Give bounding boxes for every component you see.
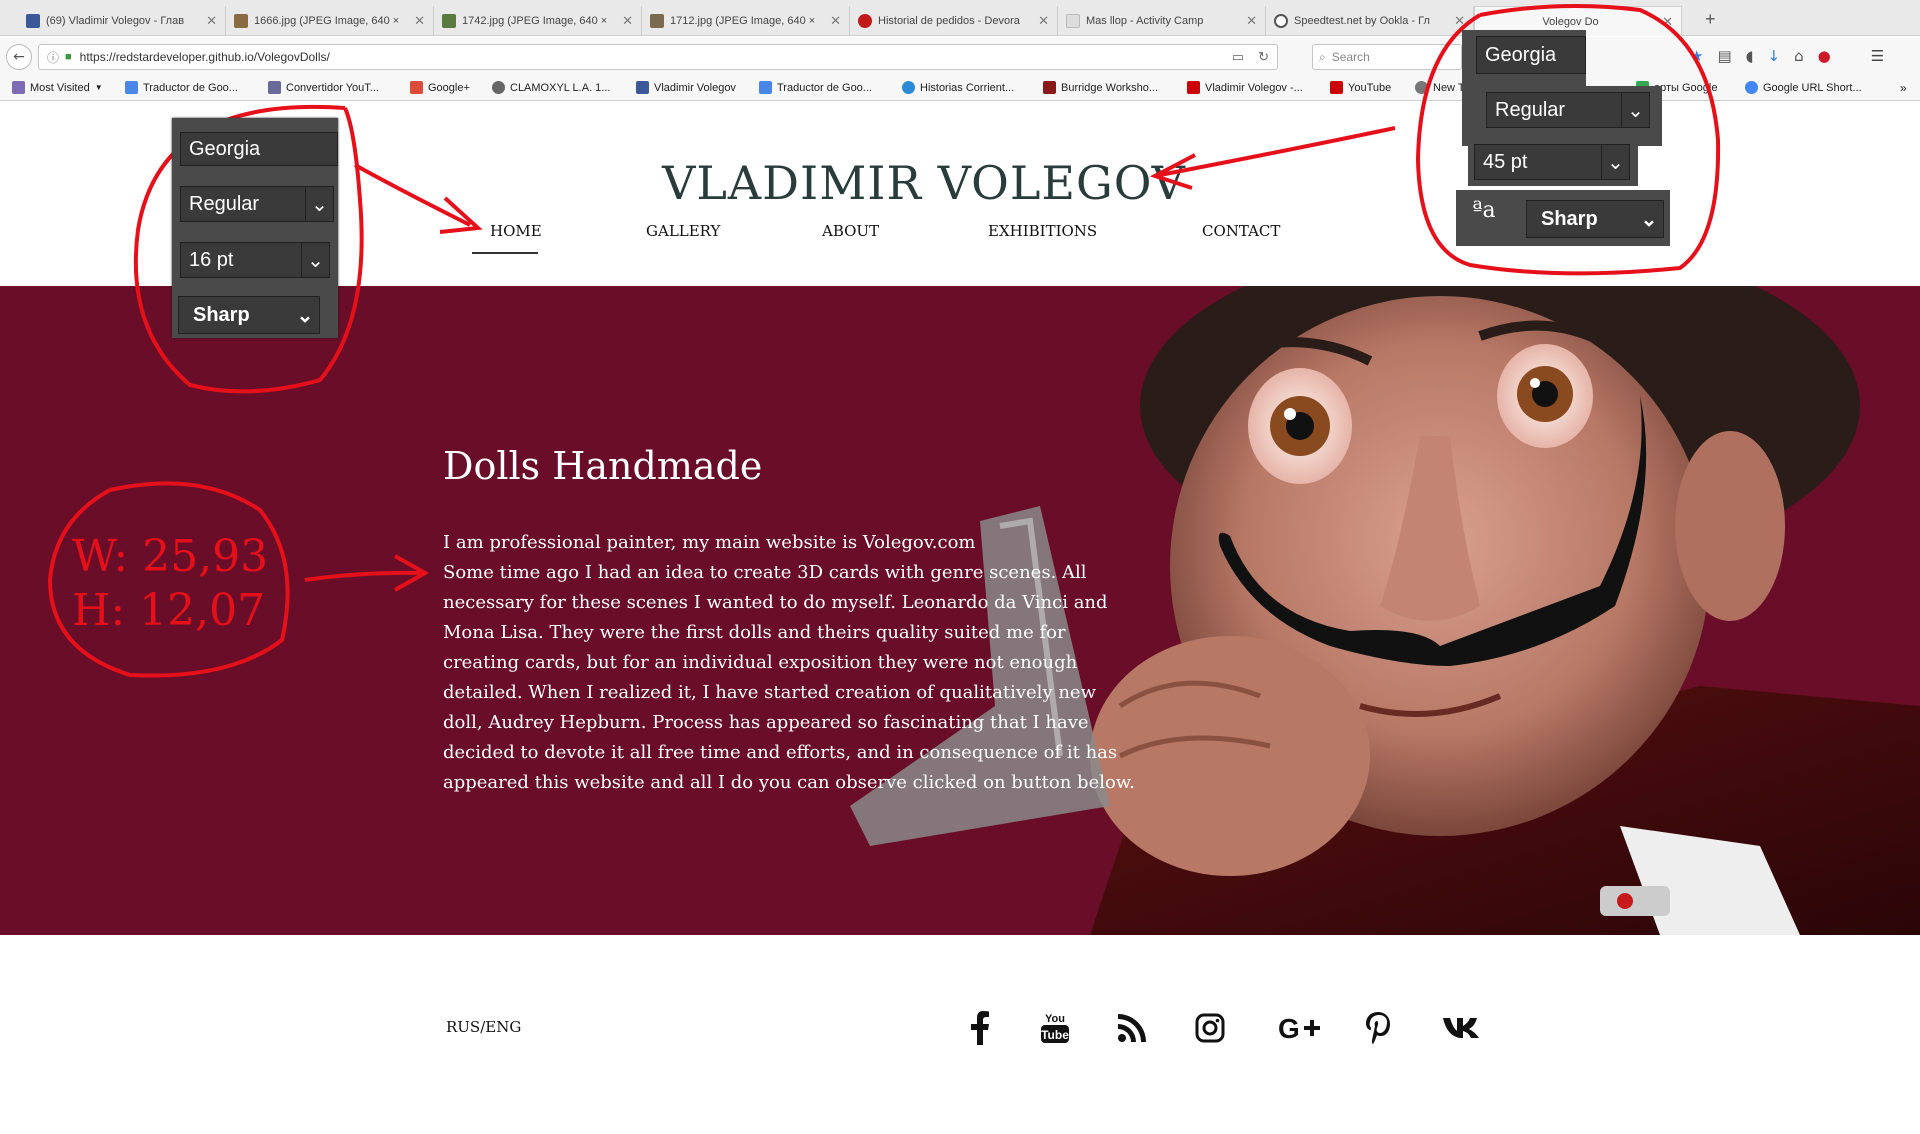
height-value: H: 12,07 xyxy=(72,585,266,636)
font-style-value: Regular xyxy=(1495,98,1566,121)
chevron-down-icon: ⌄ xyxy=(296,304,314,327)
antialias-select[interactable]: Sharp ⌄ xyxy=(178,296,320,334)
width-value: W: 25,93 xyxy=(72,531,269,582)
antialias-value: Sharp xyxy=(193,303,250,326)
font-family-value: Georgia xyxy=(189,137,261,160)
font-size-select[interactable]: 45 pt ⌄ xyxy=(1474,144,1630,180)
antialias-glyph-icon: ªa xyxy=(1472,198,1496,223)
title-font-panel: Georgia Regular ⌄ 45 pt ⌄ ªa Sharp ⌄ xyxy=(1456,30,1676,246)
font-family-select[interactable]: Georgia xyxy=(180,132,338,166)
chevron-down-icon: ⌄ xyxy=(1621,93,1649,127)
dimension-annotation: W: 25,93 H: 12,07 xyxy=(72,530,268,638)
font-family-select[interactable]: Georgia xyxy=(1476,36,1586,74)
antialias-select[interactable]: Sharp ⌄ xyxy=(1526,200,1664,238)
antialias-value: Sharp xyxy=(1541,207,1598,230)
font-size-value: 45 pt xyxy=(1483,150,1528,173)
chevron-down-icon: ⌄ xyxy=(305,187,333,221)
font-style-value: Regular xyxy=(189,192,260,215)
annotation-arrow-text xyxy=(304,570,421,582)
chevron-down-icon: ⌄ xyxy=(301,243,329,277)
text-font-panel: Georgia Regular ⌄ 16 pt ⌄ Sharp ⌄ xyxy=(172,118,338,338)
annotation-arrow-nav xyxy=(354,163,471,227)
annotation-arrow-title xyxy=(1159,126,1396,177)
font-size-select[interactable]: 16 pt ⌄ xyxy=(180,242,330,278)
font-family-value: Georgia xyxy=(1485,43,1557,66)
font-style-select[interactable]: Regular ⌄ xyxy=(180,186,334,222)
font-style-select[interactable]: Regular ⌄ xyxy=(1486,92,1650,128)
chevron-down-icon: ⌄ xyxy=(1601,145,1629,179)
font-size-value: 16 pt xyxy=(189,248,234,271)
chevron-down-icon: ⌄ xyxy=(1640,208,1658,231)
